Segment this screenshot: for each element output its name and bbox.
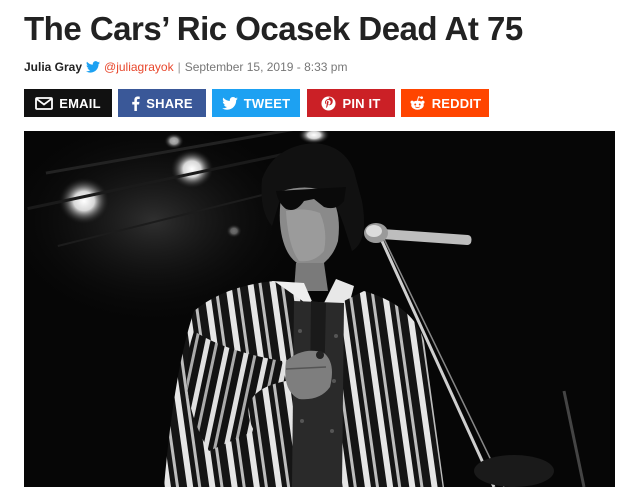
twitter-icon — [221, 96, 238, 110]
reddit-share-button[interactable]: REDDIT — [401, 89, 489, 117]
facebook-share-label: SHARE — [146, 95, 193, 111]
byline-separator: | — [177, 60, 181, 74]
byline: Julia Gray @juliagrayok | September 15, … — [24, 60, 347, 74]
article-hero-photo — [24, 131, 615, 487]
facebook-share-button[interactable]: SHARE — [118, 89, 206, 117]
reddit-icon — [410, 95, 425, 110]
author-name[interactable]: Julia Gray — [24, 60, 82, 74]
concert-photo-illustration — [24, 131, 615, 487]
pinterest-icon — [321, 95, 336, 111]
email-share-button[interactable]: EMAIL — [24, 89, 112, 117]
twitter-handle-link[interactable]: @juliagrayok — [104, 60, 174, 74]
twitter-bird-icon — [86, 61, 101, 73]
twitter-share-button[interactable]: TWEET — [212, 89, 300, 117]
pinterest-share-button[interactable]: PIN IT — [307, 89, 395, 117]
publish-date: September 15, 2019 - 8:33 pm — [184, 60, 348, 74]
email-share-label: EMAIL — [59, 95, 101, 111]
reddit-share-label: REDDIT — [431, 95, 482, 111]
twitter-share-label: TWEET — [243, 95, 291, 111]
article-headline: The Cars’ Ric Ocasek Dead At 75 — [24, 10, 523, 47]
pinterest-share-label: PIN IT — [342, 95, 381, 111]
facebook-icon — [132, 95, 140, 111]
envelope-icon — [35, 96, 54, 110]
